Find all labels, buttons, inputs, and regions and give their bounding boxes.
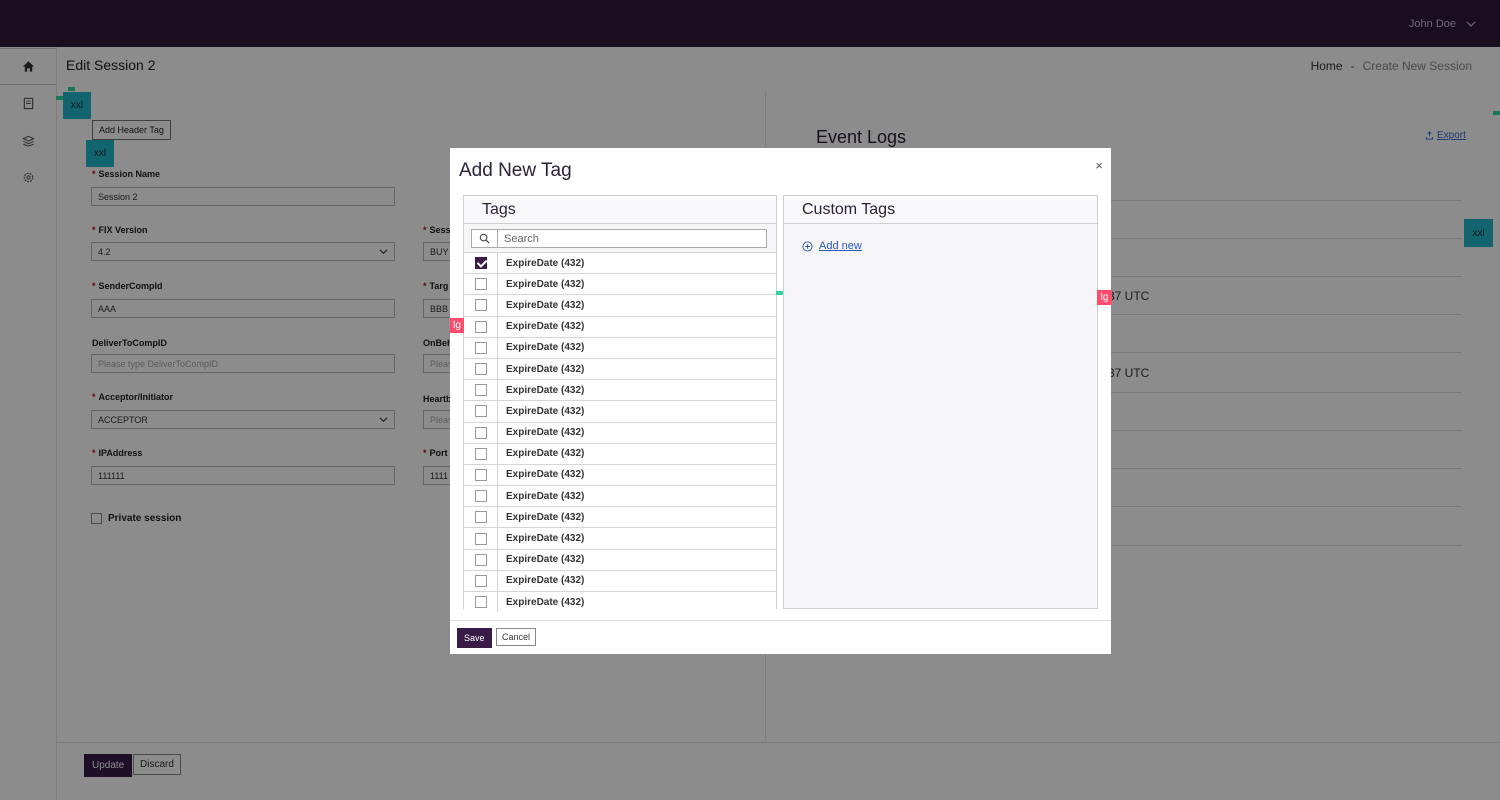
tag-label: ExpireDate (432) xyxy=(506,299,585,311)
tag-row[interactable]: ExpireDate (432) xyxy=(464,591,776,613)
tag-checkbox-cell xyxy=(464,380,498,401)
tag-label: ExpireDate (432) xyxy=(506,363,585,375)
tag-row[interactable]: ExpireDate (432) xyxy=(464,400,776,422)
add-new-link[interactable]: Add new xyxy=(802,240,862,252)
tag-row[interactable]: ExpireDate (432) xyxy=(464,294,776,316)
modal-title: Add New Tag xyxy=(459,160,572,181)
tag-label: ExpireDate (432) xyxy=(506,554,585,566)
tag-checkbox[interactable] xyxy=(474,320,487,333)
tag-row[interactable]: ExpireDate (432) xyxy=(464,273,776,295)
debug-badge-lg: lg xyxy=(450,318,464,333)
tag-list: ExpireDate (432) ExpireDate (432) ExpireDa… xyxy=(464,252,776,613)
tag-row[interactable]: ExpireDate (432) xyxy=(464,252,776,274)
custom-tags-heading: Custom Tags xyxy=(784,196,1097,224)
debug-badge-lg: lg xyxy=(1097,290,1112,305)
tag-label: ExpireDate (432) xyxy=(506,384,585,396)
tag-checkbox[interactable] xyxy=(474,553,487,566)
tag-row[interactable]: ExpireDate (432) xyxy=(464,527,776,549)
tag-label: ExpireDate (432) xyxy=(506,427,585,439)
tag-checkbox[interactable] xyxy=(474,490,487,503)
tag-checkbox-cell xyxy=(464,295,498,316)
tag-checkbox-cell xyxy=(464,253,498,274)
custom-tags-panel: Custom Tags Add new xyxy=(783,195,1098,609)
tag-label: ExpireDate (432) xyxy=(506,405,585,417)
tag-checkbox-cell xyxy=(464,464,498,486)
tag-label: ExpireDate (432) xyxy=(506,321,585,333)
search-input[interactable] xyxy=(498,230,766,247)
tag-checkbox[interactable] xyxy=(474,257,487,270)
debug-badge-tiny xyxy=(776,291,783,295)
tag-checkbox-cell xyxy=(464,486,498,507)
tag-row[interactable]: ExpireDate (432) xyxy=(464,485,776,507)
tag-row[interactable]: ExpireDate (432) xyxy=(464,463,776,486)
tag-checkbox-cell xyxy=(464,422,498,443)
search-icon xyxy=(472,230,498,247)
add-new-tag-modal: Add New Tag × Tags ExpireDate (432)Expir… xyxy=(450,148,1111,654)
tag-search xyxy=(471,229,767,248)
tag-row[interactable]: ExpireDate (432) xyxy=(464,506,776,528)
tag-checkbox[interactable] xyxy=(474,596,487,609)
tag-checkbox-cell xyxy=(464,401,498,422)
tag-row[interactable]: ExpireDate (432) xyxy=(464,421,776,443)
modal-footer: Save Cancel xyxy=(450,620,1111,654)
tag-checkbox[interactable] xyxy=(474,341,487,354)
tag-checkbox[interactable] xyxy=(474,384,487,397)
tag-checkbox[interactable] xyxy=(474,299,487,312)
tag-label: ExpireDate (432) xyxy=(506,342,585,354)
tag-checkbox[interactable] xyxy=(474,363,487,376)
close-icon[interactable]: × xyxy=(1095,158,1103,173)
tag-checkbox-cell xyxy=(464,570,498,591)
tag-label: ExpireDate (432) xyxy=(506,596,585,608)
tag-checkbox[interactable] xyxy=(474,468,487,481)
tag-label: ExpireDate (432) xyxy=(506,511,585,523)
tag-label: ExpireDate (432) xyxy=(506,278,585,290)
tag-checkbox[interactable] xyxy=(474,447,487,460)
tag-label: ExpireDate (432) xyxy=(506,575,585,587)
tag-checkbox-cell xyxy=(464,358,498,380)
tag-row[interactable]: ExpireDate (432) xyxy=(464,336,776,358)
tag-row[interactable]: ExpireDate (432) xyxy=(464,442,776,464)
add-new-label: Add new xyxy=(819,240,862,252)
save-button[interactable]: Save xyxy=(457,628,492,648)
tag-checkbox[interactable] xyxy=(474,278,487,291)
tag-checkbox-cell xyxy=(464,316,498,337)
tag-row[interactable]: ExpireDate (432) xyxy=(464,548,776,570)
tag-row[interactable]: ExpireDate (432) xyxy=(464,357,776,380)
tag-checkbox[interactable] xyxy=(474,405,487,418)
tag-label: ExpireDate (432) xyxy=(506,448,585,460)
tag-row[interactable]: ExpireDate (432) xyxy=(464,569,776,591)
tag-checkbox-cell xyxy=(464,443,498,464)
tags-panel: Tags ExpireDate (432)ExpireDate (432)Exp… xyxy=(463,195,777,613)
tag-checkbox-cell xyxy=(464,274,498,295)
tag-checkbox-cell xyxy=(464,337,498,358)
tag-label: ExpireDate (432) xyxy=(506,533,585,545)
plus-circle-icon xyxy=(802,240,813,252)
tag-checkbox-cell xyxy=(464,592,498,613)
tag-label: ExpireDate (432) xyxy=(506,469,585,481)
tag-checkbox[interactable] xyxy=(474,426,487,439)
tag-checkbox-cell xyxy=(464,528,498,549)
tag-row[interactable]: ExpireDate (432) xyxy=(464,379,776,401)
tag-checkbox[interactable] xyxy=(474,532,487,545)
tag-checkbox[interactable] xyxy=(474,574,487,587)
cancel-button[interactable]: Cancel xyxy=(496,628,537,646)
tag-label: ExpireDate (432) xyxy=(506,490,585,502)
tag-row[interactable]: ExpireDate (432) xyxy=(464,315,776,337)
tag-checkbox-cell xyxy=(464,507,498,528)
tag-checkbox-cell xyxy=(464,549,498,570)
tags-heading: Tags xyxy=(464,196,776,224)
tag-label: ExpireDate (432) xyxy=(506,257,585,269)
tag-checkbox[interactable] xyxy=(474,511,487,524)
